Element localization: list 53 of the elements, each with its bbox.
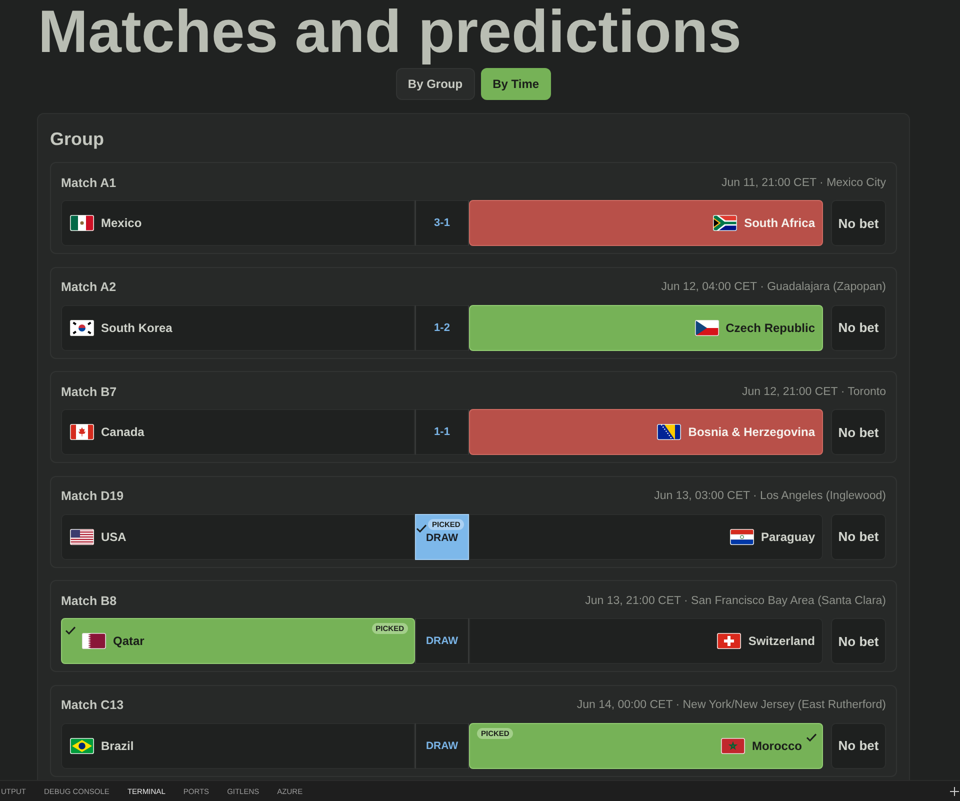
draw-button[interactable]: DRAW bbox=[415, 618, 469, 664]
flag-icon bbox=[720, 738, 745, 754]
match-title: Match A2 bbox=[61, 280, 116, 294]
flag-icon bbox=[730, 528, 754, 544]
score-cell: 1-2 bbox=[415, 304, 469, 350]
check-icon bbox=[416, 524, 427, 532]
flag-icon bbox=[70, 215, 94, 231]
match-info: Jun 13, 21:00 CET · San Francisco Bay Area (Santa Clara) bbox=[585, 594, 886, 606]
plus-icon[interactable] bbox=[950, 787, 959, 796]
match-title: Match A1 bbox=[61, 176, 116, 190]
team-button[interactable]: Czech Republic bbox=[469, 304, 823, 350]
match-info: Jun 13, 03:00 CET · Los Angeles (Inglewood) bbox=[654, 490, 886, 502]
view-toggle-button[interactable]: By Group bbox=[396, 68, 475, 100]
flag-icon bbox=[694, 320, 719, 336]
flag-icon bbox=[717, 633, 742, 649]
team-button[interactable]: Brazil bbox=[61, 722, 415, 768]
no-bet-button[interactable]: No bet bbox=[831, 514, 886, 560]
team-button[interactable]: South Korea bbox=[61, 304, 415, 350]
no-bet-button[interactable]: No bet bbox=[831, 722, 886, 768]
section-heading: Group bbox=[50, 128, 105, 151]
score-cell: 3-1 bbox=[415, 200, 469, 246]
no-bet-button[interactable]: No bet bbox=[831, 618, 886, 664]
flag-icon bbox=[70, 528, 94, 544]
team-button[interactable]: South Africa bbox=[469, 200, 823, 246]
check-icon bbox=[65, 626, 76, 635]
match-title: Match D19 bbox=[61, 489, 124, 503]
no-bet-button[interactable]: No bet bbox=[831, 200, 886, 246]
view-toggle-button[interactable]: By Time bbox=[480, 68, 552, 100]
flag-icon bbox=[70, 424, 94, 440]
no-bet-button[interactable]: No bet bbox=[831, 304, 886, 350]
match-info: Jun 14, 00:00 CET · New York/New Jersey (East Rutherford) bbox=[576, 699, 886, 711]
page-title: Matches and predictions bbox=[38, 2, 742, 62]
team-button[interactable]: USA bbox=[61, 514, 415, 560]
match-info: Jun 11, 21:00 CET · Mexico City bbox=[722, 176, 886, 188]
team-button[interactable]: Mexico bbox=[61, 200, 415, 246]
match-title: Match B8 bbox=[61, 594, 117, 608]
flag-icon bbox=[713, 215, 738, 231]
score-cell: 1-1 bbox=[415, 409, 469, 455]
match-info: Jun 12, 04:00 CET · Guadalajara (Zapopan) bbox=[661, 281, 886, 293]
match-title: Match C13 bbox=[61, 698, 124, 712]
match-info: Jun 12, 21:00 CET · Toronto bbox=[742, 386, 886, 398]
flag-icon bbox=[657, 424, 682, 440]
check-icon bbox=[806, 732, 817, 742]
team-button[interactable]: Paraguay bbox=[469, 514, 823, 560]
team-button[interactable]: Switzerland bbox=[469, 618, 823, 664]
draw-button[interactable]: DRAW bbox=[415, 722, 469, 768]
no-bet-button[interactable]: No bet bbox=[831, 409, 886, 455]
team-button[interactable]: Canada bbox=[61, 409, 415, 455]
flag-icon bbox=[70, 320, 94, 336]
flag-icon bbox=[82, 633, 106, 649]
match-title: Match B7 bbox=[61, 384, 117, 398]
flag-icon bbox=[70, 738, 94, 754]
team-button[interactable]: Bosnia & Herzegovina bbox=[469, 409, 823, 455]
